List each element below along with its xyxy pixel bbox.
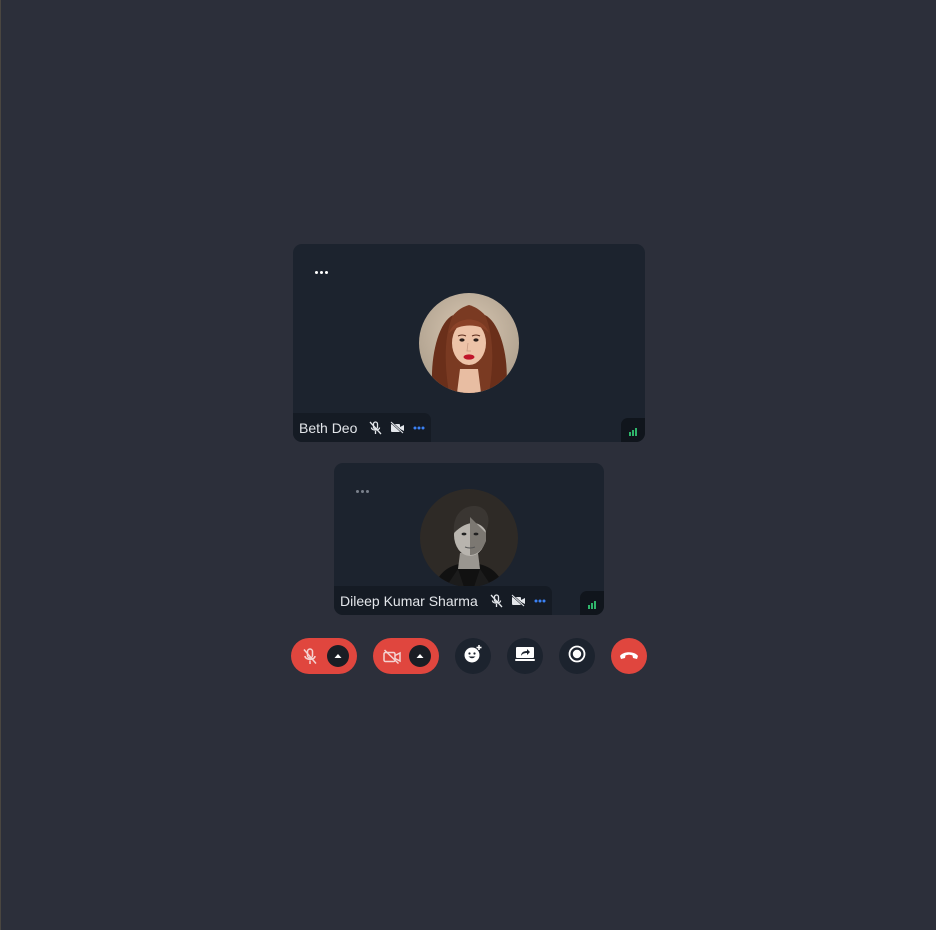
hang-up-icon	[619, 647, 639, 665]
participant-tile-beth-deo[interactable]: Beth Deo	[293, 244, 645, 442]
more-options-icon[interactable]	[356, 490, 369, 493]
more-dots-icon[interactable]	[534, 593, 546, 608]
screen-share-icon	[515, 646, 535, 667]
record-icon	[568, 645, 586, 668]
avatar	[419, 293, 519, 393]
camera-off-icon	[510, 593, 526, 608]
leave-call-button[interactable]	[611, 638, 647, 674]
participant-name: Dileep Kumar Sharma	[340, 592, 478, 609]
emoji-add-icon	[463, 644, 483, 669]
camera-off-icon	[383, 647, 401, 665]
participant-tile-dileep-kumar-sharma[interactable]: Dileep Kumar Sharma	[334, 463, 604, 615]
reactions-button[interactable]	[455, 638, 491, 674]
camera-options-chevron-up-icon[interactable]	[409, 645, 431, 667]
window-edge	[0, 0, 1, 930]
mic-toggle-button[interactable]	[291, 638, 357, 674]
avatar	[420, 489, 518, 587]
mic-options-chevron-up-icon[interactable]	[327, 645, 349, 667]
record-button[interactable]	[559, 638, 595, 674]
camera-off-icon	[390, 420, 405, 435]
more-options-icon[interactable]	[315, 271, 328, 274]
signal-strength-icon	[580, 591, 604, 615]
mic-off-icon	[301, 647, 319, 665]
more-dots-icon[interactable]	[413, 420, 425, 435]
camera-toggle-button[interactable]	[373, 638, 439, 674]
participant-name: Beth Deo	[299, 419, 358, 436]
name-bar: Dileep Kumar Sharma	[334, 586, 552, 615]
name-bar: Beth Deo	[293, 413, 431, 442]
mic-off-icon	[369, 420, 382, 435]
signal-strength-icon	[621, 418, 645, 442]
screen-share-button[interactable]	[507, 638, 543, 674]
mic-off-icon	[490, 593, 503, 608]
